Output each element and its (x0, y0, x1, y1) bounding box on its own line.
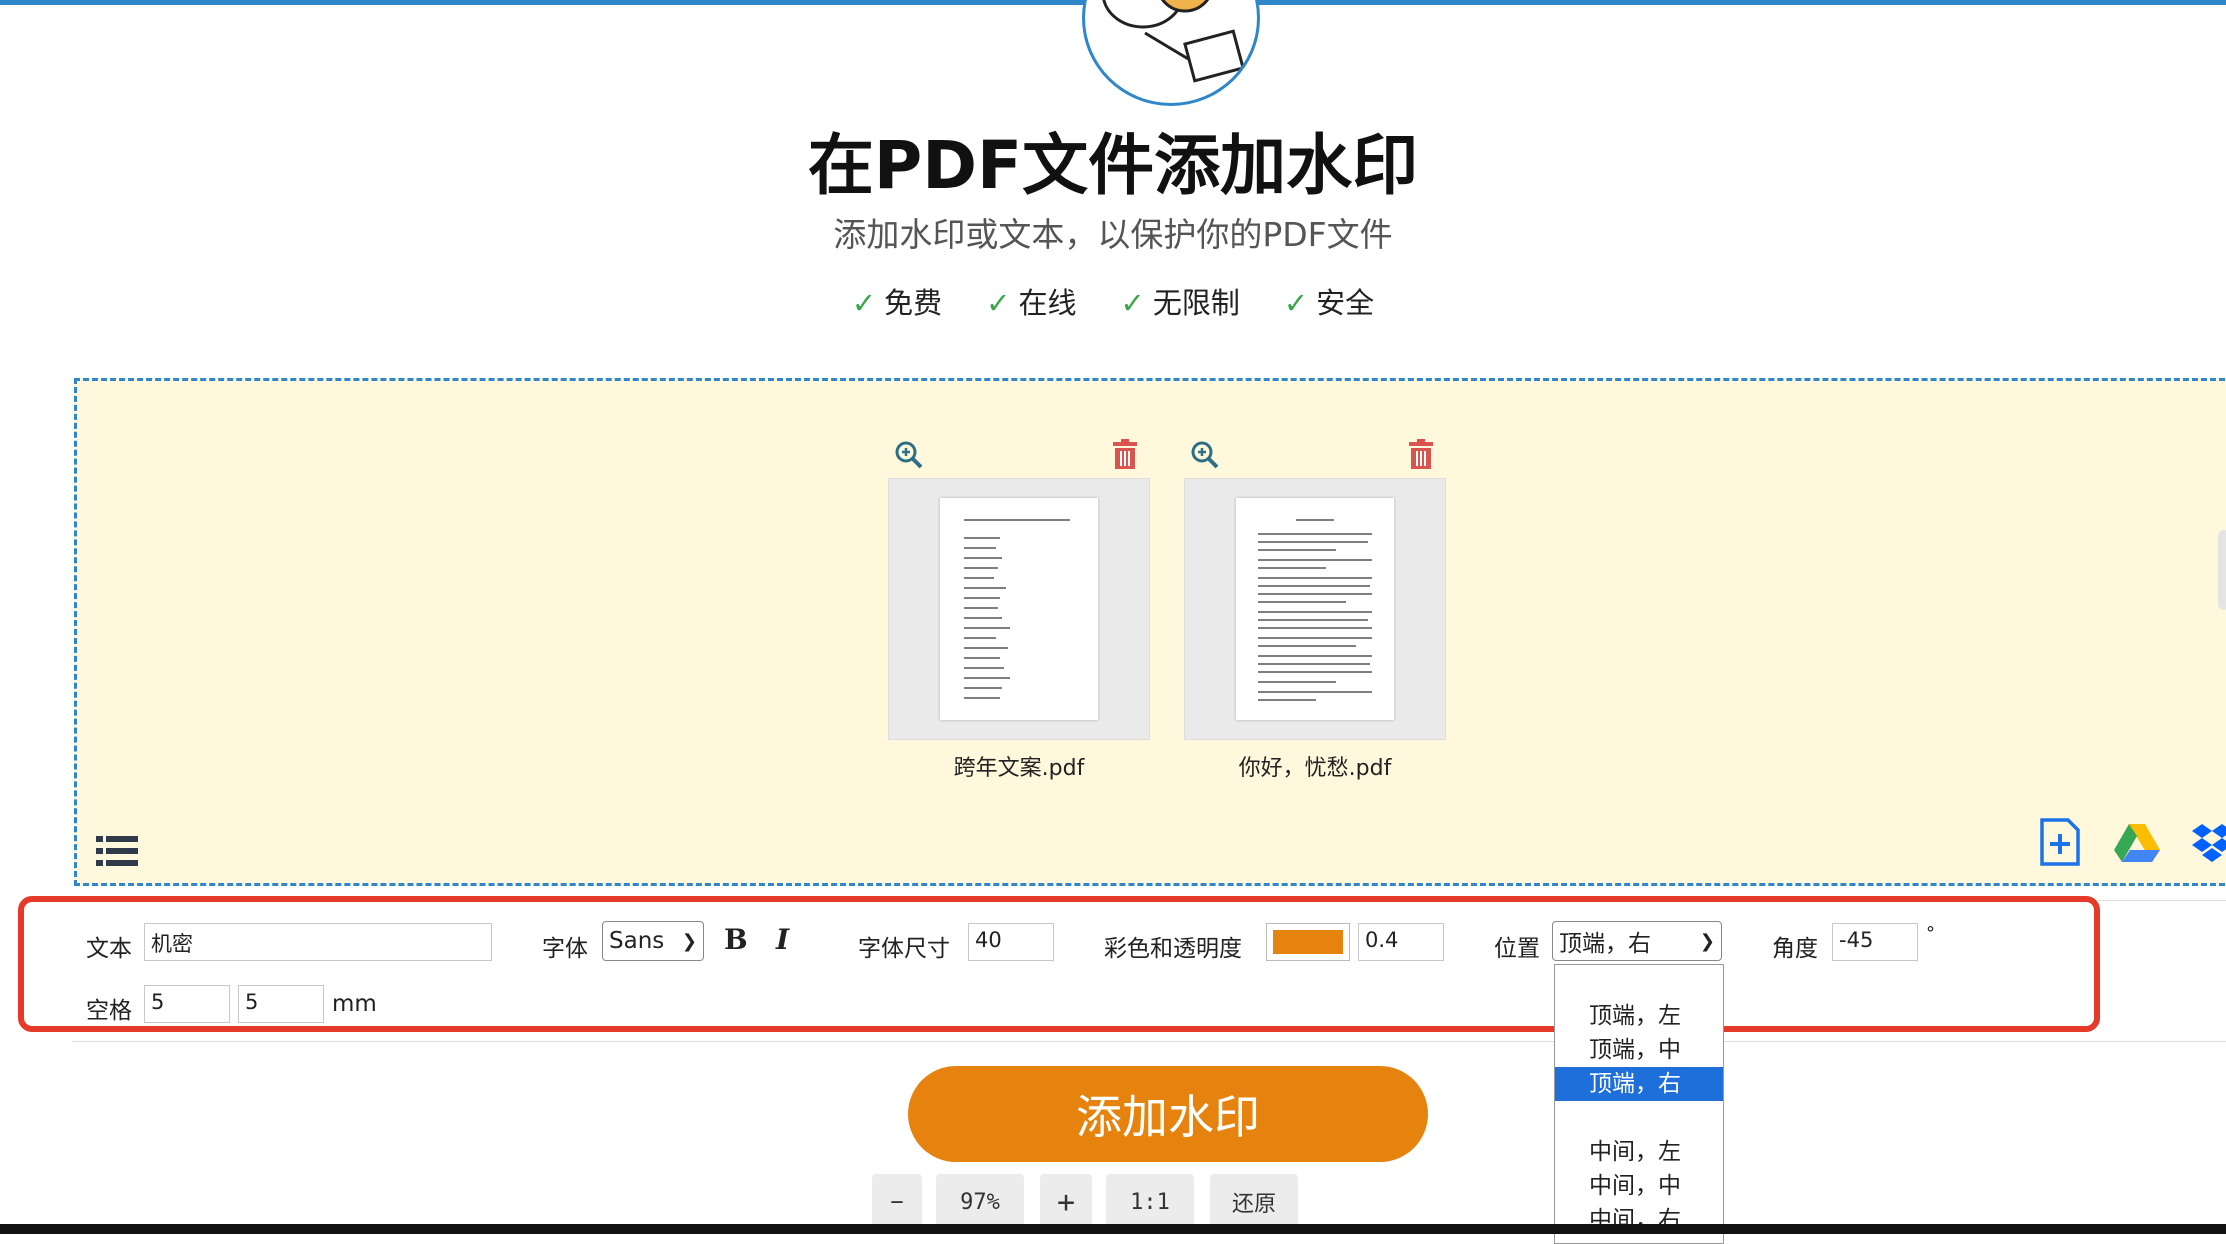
check-icon: ✓ (1120, 286, 1145, 320)
actual-size-button[interactable]: 1:1 (1106, 1174, 1194, 1230)
dropbox-icon[interactable] (2192, 822, 2226, 864)
font-size-label: 字体尺寸 (858, 936, 950, 962)
feature-item: ✓ 在线 (986, 286, 1077, 320)
watermark-text-input[interactable]: 机密 (144, 923, 492, 961)
page-subtitle: 添加水印或文本，以保护你的PDF文件 (833, 215, 1393, 254)
position-option-selected[interactable]: 顶端，右 (1555, 1067, 1723, 1101)
angle-input[interactable]: -45 (1832, 923, 1918, 961)
chevron-down-icon: ❯ (1699, 930, 1715, 952)
list-icon[interactable] (96, 834, 138, 868)
color-picker[interactable] (1266, 923, 1350, 961)
google-drive-icon[interactable] (2114, 822, 2160, 864)
pdf-page-preview (940, 498, 1098, 720)
zoom-in-icon[interactable] (892, 438, 926, 472)
zoom-in-button[interactable]: + (1040, 1174, 1092, 1230)
add-file-icon[interactable] (2038, 818, 2082, 866)
file-thumbnail[interactable] (1184, 478, 1446, 740)
trash-icon[interactable] (1406, 438, 1436, 470)
opacity-input[interactable]: 0.4 (1358, 923, 1444, 961)
spacing-x-input[interactable]: 5 (144, 985, 230, 1023)
feature-list: ✓ 免费 ✓ 在线 ✓ 无限制 ✓ 安全 (0, 280, 2226, 322)
file-name: 你好，忧愁.pdf (1238, 756, 1392, 781)
font-label: 字体 (542, 936, 588, 962)
add-watermark-button[interactable]: 添加水印 (908, 1066, 1428, 1162)
dropdown-spacer (1555, 1101, 1723, 1135)
file-dropzone[interactable] (74, 378, 2226, 886)
font-size-input[interactable]: 40 (968, 923, 1054, 961)
color-swatch-fill (1273, 930, 1343, 954)
chevron-down-icon: ❯ (681, 930, 697, 952)
position-dropdown-list: 顶端，左 顶端，中 顶端，右 中间，左 中间，中 中间，右 (1554, 964, 1724, 1244)
watermark-settings-toolbar: 文本 机密 字体 Sans ❯ B I 字体尺寸 40 彩色和透明度 0.4 位置… (72, 900, 2226, 1042)
spacing-label: 空格 (86, 998, 132, 1024)
file-thumbnail[interactable] (888, 478, 1150, 740)
degree-unit: ° (1926, 923, 1935, 944)
feature-item: ✓ 安全 (1283, 286, 1375, 320)
pdf-page-preview (1236, 498, 1394, 720)
spacing-y-input[interactable]: 5 (238, 985, 324, 1023)
file-name: 跨年文案.pdf (953, 756, 1085, 781)
mascot-image (1082, 0, 1260, 106)
position-select[interactable]: 顶端，右 ❯ (1552, 921, 1722, 961)
color-opacity-label: 彩色和透明度 (1104, 936, 1242, 962)
bottom-edge-bar (0, 1224, 2226, 1234)
zoom-level: 97% (936, 1174, 1024, 1230)
position-option[interactable]: 顶端，中 (1555, 1033, 1723, 1067)
page-title: 在PDF文件添加水印 (807, 127, 1419, 204)
check-icon: ✓ (986, 286, 1011, 320)
text-label: 文本 (86, 936, 132, 962)
check-icon: ✓ (1283, 286, 1309, 320)
italic-button[interactable]: I (776, 923, 789, 956)
check-icon: ✓ (851, 286, 877, 320)
position-label: 位置 (1494, 936, 1540, 962)
position-option[interactable]: 顶端，左 (1555, 999, 1723, 1033)
position-option[interactable]: 中间，中 (1555, 1169, 1723, 1203)
feature-item: ✓ 无限制 (1120, 286, 1240, 320)
file-card[interactable]: 你好，忧愁.pdf (1184, 428, 1446, 782)
dropdown-spacer (1555, 965, 1723, 999)
font-select[interactable]: Sans ❯ (602, 921, 704, 961)
reset-zoom-button[interactable]: 还原 (1210, 1174, 1298, 1230)
bold-button[interactable]: B (724, 923, 748, 956)
position-option[interactable]: 中间，左 (1555, 1135, 1723, 1169)
angle-label: 角度 (1772, 936, 1818, 962)
spacing-unit: mm (332, 991, 377, 1017)
file-card[interactable]: 跨年文案.pdf (888, 428, 1150, 782)
zoom-out-button[interactable]: − (872, 1174, 922, 1230)
trash-icon[interactable] (1110, 438, 1140, 470)
scrollbar-handle[interactable] (2218, 530, 2226, 610)
feature-item: ✓ 免费 (851, 286, 943, 320)
zoom-in-icon[interactable] (1188, 438, 1222, 472)
